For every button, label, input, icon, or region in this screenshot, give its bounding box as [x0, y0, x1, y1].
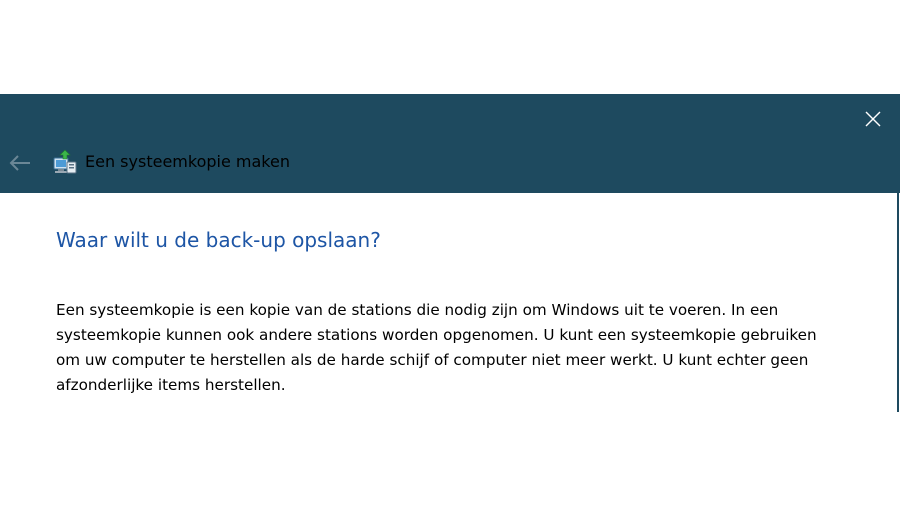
- window-border: [897, 193, 899, 412]
- close-button[interactable]: [852, 98, 894, 140]
- close-icon: [865, 111, 881, 127]
- window-title: Een systeemkopie maken: [85, 152, 290, 171]
- wizard-window: Een systeemkopie maken Waar wilt u de ba…: [0, 94, 900, 412]
- description-text: Een systeemkopie is een kopie van de sta…: [56, 301, 817, 394]
- page: Een systeemkopie maken Waar wilt u de ba…: [0, 0, 900, 506]
- page-heading: Waar wilt u de back-up opslaan?: [56, 228, 381, 252]
- title-bar: Een systeemkopie maken: [0, 94, 900, 193]
- backup-computer-icon: [53, 149, 77, 174]
- back-button[interactable]: [6, 149, 34, 177]
- back-arrow-icon: [9, 155, 30, 171]
